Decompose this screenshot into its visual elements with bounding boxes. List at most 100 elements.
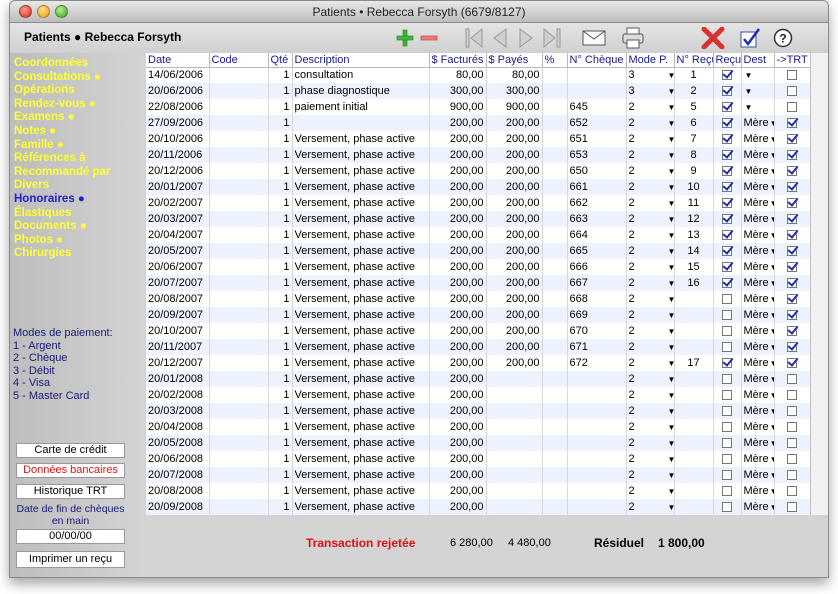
cell-payment-mode[interactable]: 2▼ — [626, 387, 675, 403]
trt-checkbox[interactable] — [787, 118, 797, 129]
cell-billed[interactable]: 200,00 — [429, 195, 487, 211]
cell-code[interactable] — [209, 163, 269, 179]
cell-date[interactable]: 20/12/2006 — [146, 163, 210, 179]
sidebar-item-0[interactable]: Coordonnées — [14, 57, 142, 71]
cell-cheque-number[interactable]: 664 — [567, 227, 627, 243]
cell-date[interactable]: 20/09/2008 — [146, 499, 210, 515]
cell-receipt-number[interactable] — [674, 435, 714, 451]
delete-icon[interactable] — [700, 27, 726, 49]
table-row[interactable]: 27/09/20061200,00200,006522▼6Mère▼ — [146, 115, 811, 131]
column-header[interactable]: Description — [292, 53, 430, 68]
cell-destination[interactable]: Mère▼ — [741, 211, 775, 227]
cell-qty[interactable]: 1 — [268, 435, 293, 451]
last-record-icon[interactable] — [540, 27, 564, 49]
title-bar[interactable]: Patients • Rebecca Forsyth (6679/8127) — [10, 1, 828, 23]
cell-receipt-number[interactable] — [674, 307, 714, 323]
cell-payment-mode[interactable]: 2▼ — [626, 99, 675, 115]
trt-checkbox[interactable] — [787, 214, 797, 225]
cell-description[interactable]: Versement, phase active — [292, 259, 430, 275]
cell-cheque-number[interactable] — [567, 371, 627, 387]
cell-description[interactable]: Versement, phase active — [292, 451, 430, 467]
cell-description[interactable]: Versement, phase active — [292, 275, 430, 291]
cell-payment-mode[interactable]: 2▼ — [626, 259, 675, 275]
column-header[interactable]: Dest — [741, 53, 775, 68]
sidebar-item-2[interactable]: Opérations — [14, 84, 142, 98]
cell-paid[interactable] — [486, 499, 543, 515]
cell-description[interactable]: Versement, phase active — [292, 467, 430, 483]
cell-code[interactable] — [209, 355, 269, 371]
sidebar-item-8[interactable]: Recommandé par — [14, 166, 142, 180]
table-row[interactable]: 20/06/2006 1 phase diagnostique 300,00 300,0… — [146, 83, 811, 99]
sidebar-item-6[interactable]: Famille ● — [14, 139, 142, 153]
cell-percent[interactable] — [542, 195, 568, 211]
validate-icon[interactable] — [738, 27, 762, 49]
cell-payment-mode[interactable]: 2▼ — [626, 451, 675, 467]
cell-qty[interactable]: 1 — [268, 499, 293, 515]
cell-receipt-number[interactable]: 11 — [674, 195, 714, 211]
cell-percent[interactable] — [542, 291, 568, 307]
cell-payment-mode[interactable]: 2▼ — [626, 195, 675, 211]
cell-paid[interactable]: 200,00 — [486, 339, 543, 355]
column-header[interactable]: % — [542, 53, 568, 68]
cell-destination[interactable]: ▼ — [741, 99, 775, 115]
cell-destination[interactable]: Mère▼ — [741, 339, 775, 355]
cell-code[interactable] — [209, 291, 269, 307]
cell-qty[interactable]: 1 — [268, 339, 293, 355]
trt-checkbox[interactable] — [787, 310, 797, 321]
cell-code[interactable] — [209, 259, 269, 275]
cell-destination[interactable]: Mère▼ — [741, 419, 775, 435]
cell-percent[interactable] — [542, 275, 568, 291]
cell-cheque-number[interactable] — [567, 451, 627, 467]
cell-payment-mode[interactable]: 2▼ — [626, 483, 675, 499]
table-row[interactable]: 20/03/2007 1 Versement, phase active 200,00… — [146, 211, 811, 227]
cell-destination[interactable]: Mère▼ — [741, 147, 775, 163]
cell-receipt-number[interactable]: 10 — [674, 179, 714, 195]
table-row[interactable]: 14/06/20061consultation80,0080,003▼1▼ — [146, 67, 811, 83]
cell-billed[interactable]: 200,00 — [429, 355, 487, 371]
received-checkbox[interactable] — [722, 374, 732, 385]
cell-payment-mode[interactable]: 2▼ — [626, 435, 675, 451]
cell-qty[interactable]: 1 — [268, 307, 293, 323]
cell-billed[interactable]: 900,00 — [429, 99, 487, 115]
sidebar-item-5[interactable]: Notes ● — [14, 125, 142, 139]
table-row[interactable]: 20/09/2008 1 Versement, phase active 200,00… — [146, 499, 811, 515]
table-row[interactable]: 20/07/2007 1 Versement, phase active 200,00… — [146, 275, 811, 291]
trt-checkbox[interactable] — [787, 470, 797, 481]
cell-date[interactable]: 20/02/2007 — [146, 195, 210, 211]
cell-receipt-number[interactable]: 2 — [674, 83, 714, 99]
print-icon[interactable] — [620, 27, 646, 49]
cell-date[interactable]: 20/07/2008 — [146, 467, 210, 483]
trt-checkbox[interactable] — [787, 86, 797, 97]
sidebar-item-13[interactable]: Photos ● — [14, 234, 142, 248]
cell-billed[interactable]: 200,00 — [429, 435, 487, 451]
cell-code[interactable] — [209, 115, 269, 131]
cell-date[interactable]: 20/10/2007 — [146, 323, 210, 339]
cell-payment-mode[interactable]: 3▼ — [626, 83, 675, 99]
cell-billed[interactable]: 200,00 — [429, 467, 487, 483]
cell-payment-mode[interactable]: 2▼ — [626, 355, 675, 371]
cell-paid[interactable] — [486, 451, 543, 467]
cell-percent[interactable] — [542, 131, 568, 147]
cell-billed[interactable]: 200,00 — [429, 387, 487, 403]
cell-destination[interactable]: Mère▼ — [741, 499, 775, 515]
cell-date[interactable]: 20/11/2006 — [146, 147, 210, 163]
table-row[interactable]: 20/11/2007 1 Versement, phase active 200,00… — [146, 339, 811, 355]
cell-percent[interactable] — [542, 83, 568, 99]
cell-destination[interactable]: Mère▼ — [741, 179, 775, 195]
trt-checkbox[interactable] — [787, 454, 797, 465]
cell-description[interactable]: Versement, phase active — [292, 291, 430, 307]
cell-paid[interactable]: 200,00 — [486, 291, 543, 307]
cell-percent[interactable] — [542, 419, 568, 435]
cell-date[interactable]: 20/04/2007 — [146, 227, 210, 243]
received-checkbox[interactable] — [722, 198, 732, 209]
cell-cheque-number[interactable]: 645 — [567, 99, 627, 115]
table-row[interactable]: 20/10/2006 1 Versement, phase active 200,00… — [146, 131, 811, 147]
cell-percent[interactable] — [542, 403, 568, 419]
cell-date[interactable]: 20/04/2008 — [146, 419, 210, 435]
column-header[interactable]: Reçu — [713, 53, 742, 68]
cell-receipt-number[interactable] — [674, 467, 714, 483]
table-row[interactable]: 20/11/2006 1 Versement, phase active 200,00… — [146, 147, 811, 163]
cell-code[interactable] — [209, 371, 269, 387]
cell-cheque-number[interactable]: 651 — [567, 131, 627, 147]
trt-checkbox[interactable] — [787, 182, 797, 193]
